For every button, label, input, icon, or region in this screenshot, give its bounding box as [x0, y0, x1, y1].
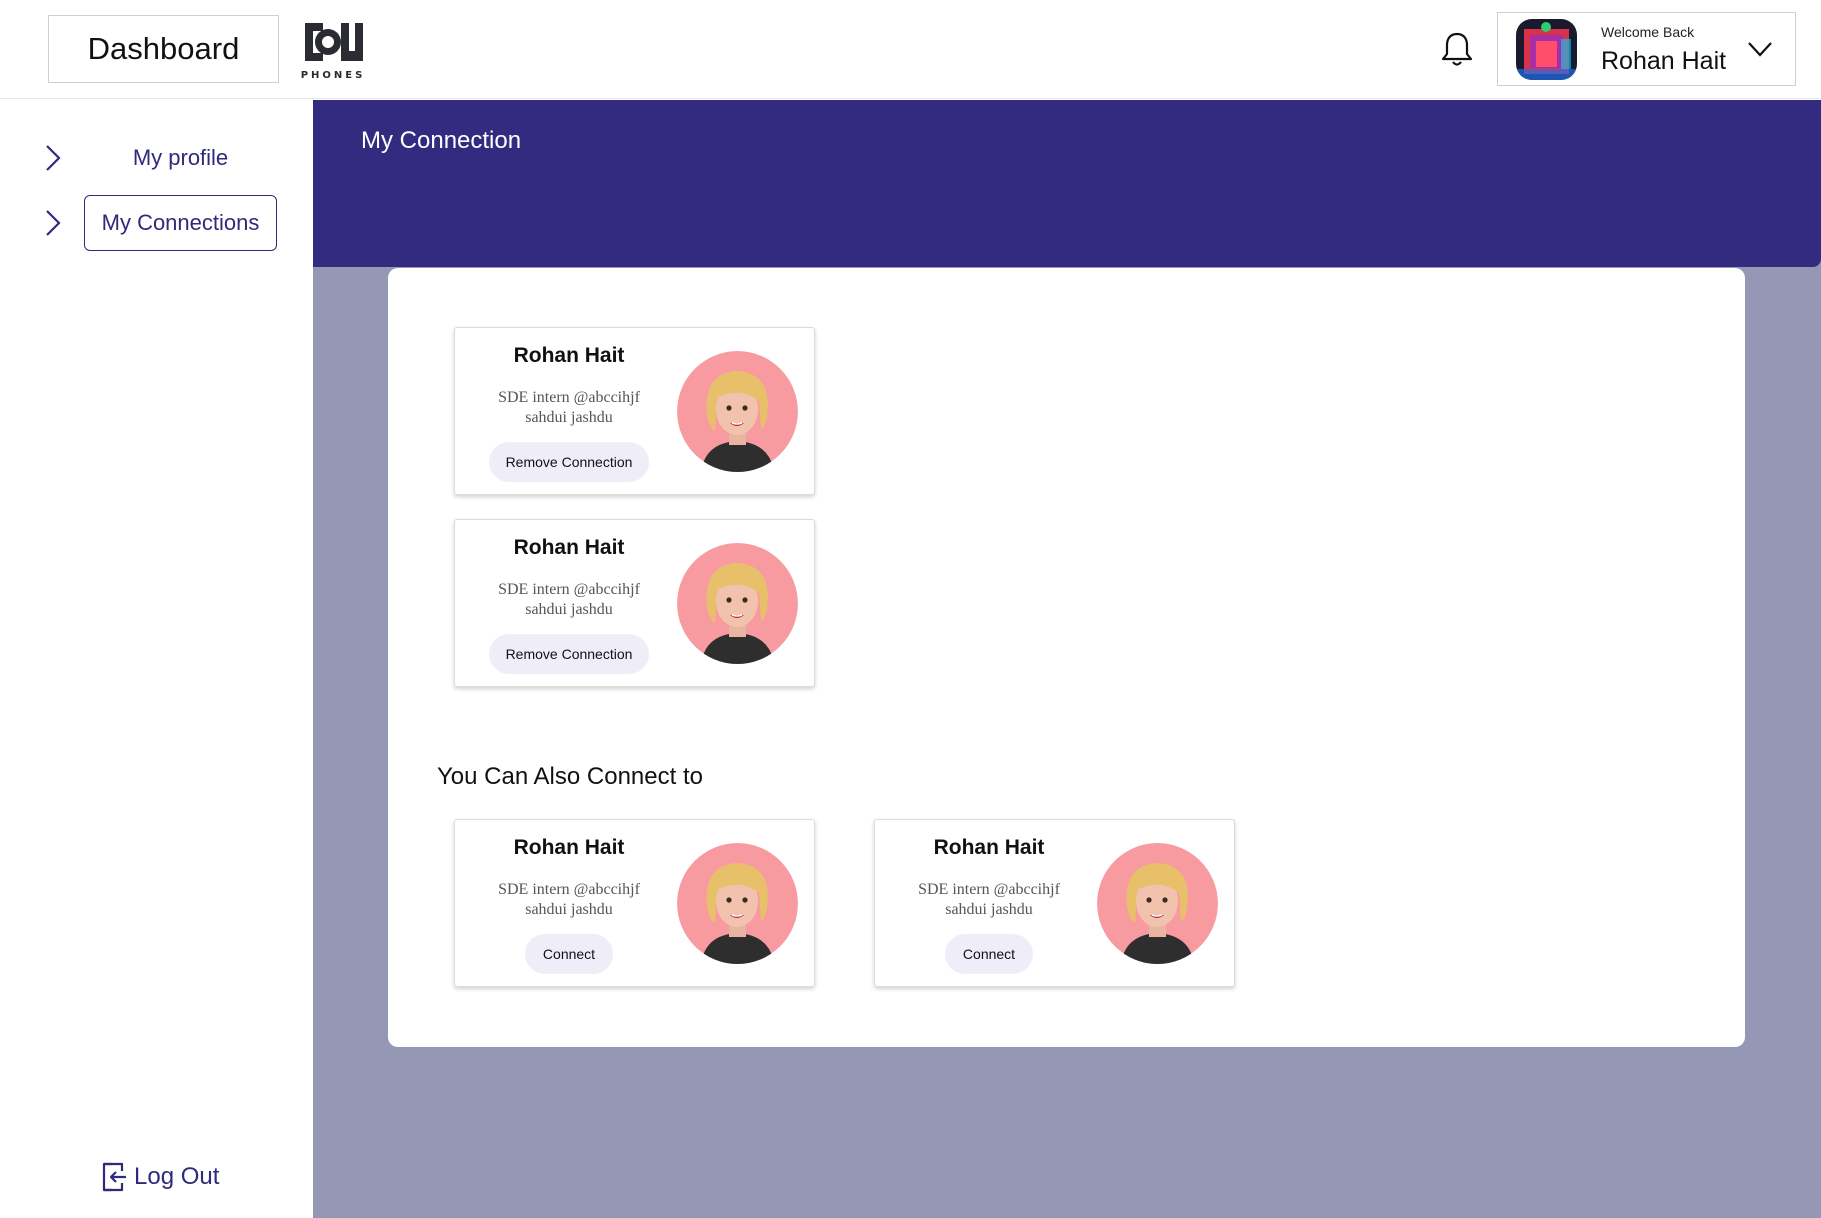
connection-card: Rohan Hait SDE intern @abccihjf sahdui j… [454, 327, 815, 495]
card-bio-line: sahdui jashdu [525, 409, 613, 426]
profile-avatar [677, 351, 798, 472]
profile-avatar [677, 543, 798, 664]
card-name: Rohan Hait [513, 344, 625, 367]
user-menu[interactable]: Welcome Back Rohan Hait [1497, 12, 1796, 86]
sidebar-item-my-connections[interactable]: My Connections [40, 195, 280, 251]
card-name: Rohan Hait [513, 836, 625, 859]
suggestion-card: Rohan Hait SDE intern @abccihjf sahdui j… [454, 819, 815, 987]
card-bio: SDE intern @abccihjf sahdui jashdu [455, 880, 683, 920]
page-title: My Connection [361, 127, 522, 154]
profile-avatar [1097, 843, 1218, 964]
remove-connection-button[interactable]: Remove Connection [489, 442, 649, 482]
user-name: Rohan Hait [1601, 47, 1727, 75]
suggestions-title: You Can Also Connect to [437, 763, 703, 790]
page-banner: My Connection [313, 100, 1821, 267]
chevron-down-icon[interactable] [1747, 40, 1773, 58]
card-bio-line: SDE intern @abccihjf [498, 881, 640, 898]
card-bio-line: SDE intern @abccihjf [918, 881, 1060, 898]
chevron-right-icon [46, 210, 61, 236]
card-bio-line: sahdui jashdu [525, 601, 613, 618]
card-bio: SDE intern @abccihjf sahdui jashdu [455, 388, 683, 428]
sidebar-item-label: My profile [132, 145, 229, 170]
sidebar-item-label: My Connections [84, 195, 277, 251]
logout-icon [102, 1162, 126, 1192]
profile-avatar [677, 843, 798, 964]
brand-logo: PHONES [301, 23, 365, 81]
top-header: Dashboard PHONES Welcome Back Rohan Hait [0, 0, 1821, 99]
card-bio: SDE intern @abccihjf sahdui jashdu [455, 580, 683, 620]
remove-connection-button[interactable]: Remove Connection [489, 634, 649, 674]
connection-card: Rohan Hait SDE intern @abccihjf sahdui j… [454, 519, 815, 687]
sidebar-item-my-profile[interactable]: My profile [40, 130, 280, 186]
bell-icon[interactable] [1440, 30, 1474, 68]
user-avatar-icon [1516, 19, 1577, 80]
chevron-right-icon [46, 145, 61, 171]
card-bio-line: sahdui jashdu [525, 901, 613, 918]
connect-button[interactable]: Connect [945, 934, 1033, 974]
connect-button[interactable]: Connect [525, 934, 613, 974]
card-bio-line: sahdui jashdu [945, 901, 1033, 918]
logo-text: PHONES [301, 70, 365, 81]
sidebar: My profile My Connections Log Out [0, 100, 313, 1218]
card-name: Rohan Hait [513, 536, 625, 559]
card-bio-line: SDE intern @abccihjf [498, 389, 640, 406]
card-name: Rohan Hait [933, 836, 1045, 859]
card-bio-line: SDE intern @abccihjf [498, 581, 640, 598]
logout-button[interactable]: Log Out [100, 1160, 219, 1194]
welcome-text: Welcome Back [1601, 24, 1695, 40]
connections-panel: Rohan Hait SDE intern @abccihjf sahdui j… [388, 268, 1745, 1047]
card-bio: SDE intern @abccihjf sahdui jashdu [875, 880, 1103, 920]
dashboard-title[interactable]: Dashboard [48, 15, 279, 83]
suggestion-card: Rohan Hait SDE intern @abccihjf sahdui j… [874, 819, 1235, 987]
logout-label: Log Out [134, 1163, 220, 1190]
